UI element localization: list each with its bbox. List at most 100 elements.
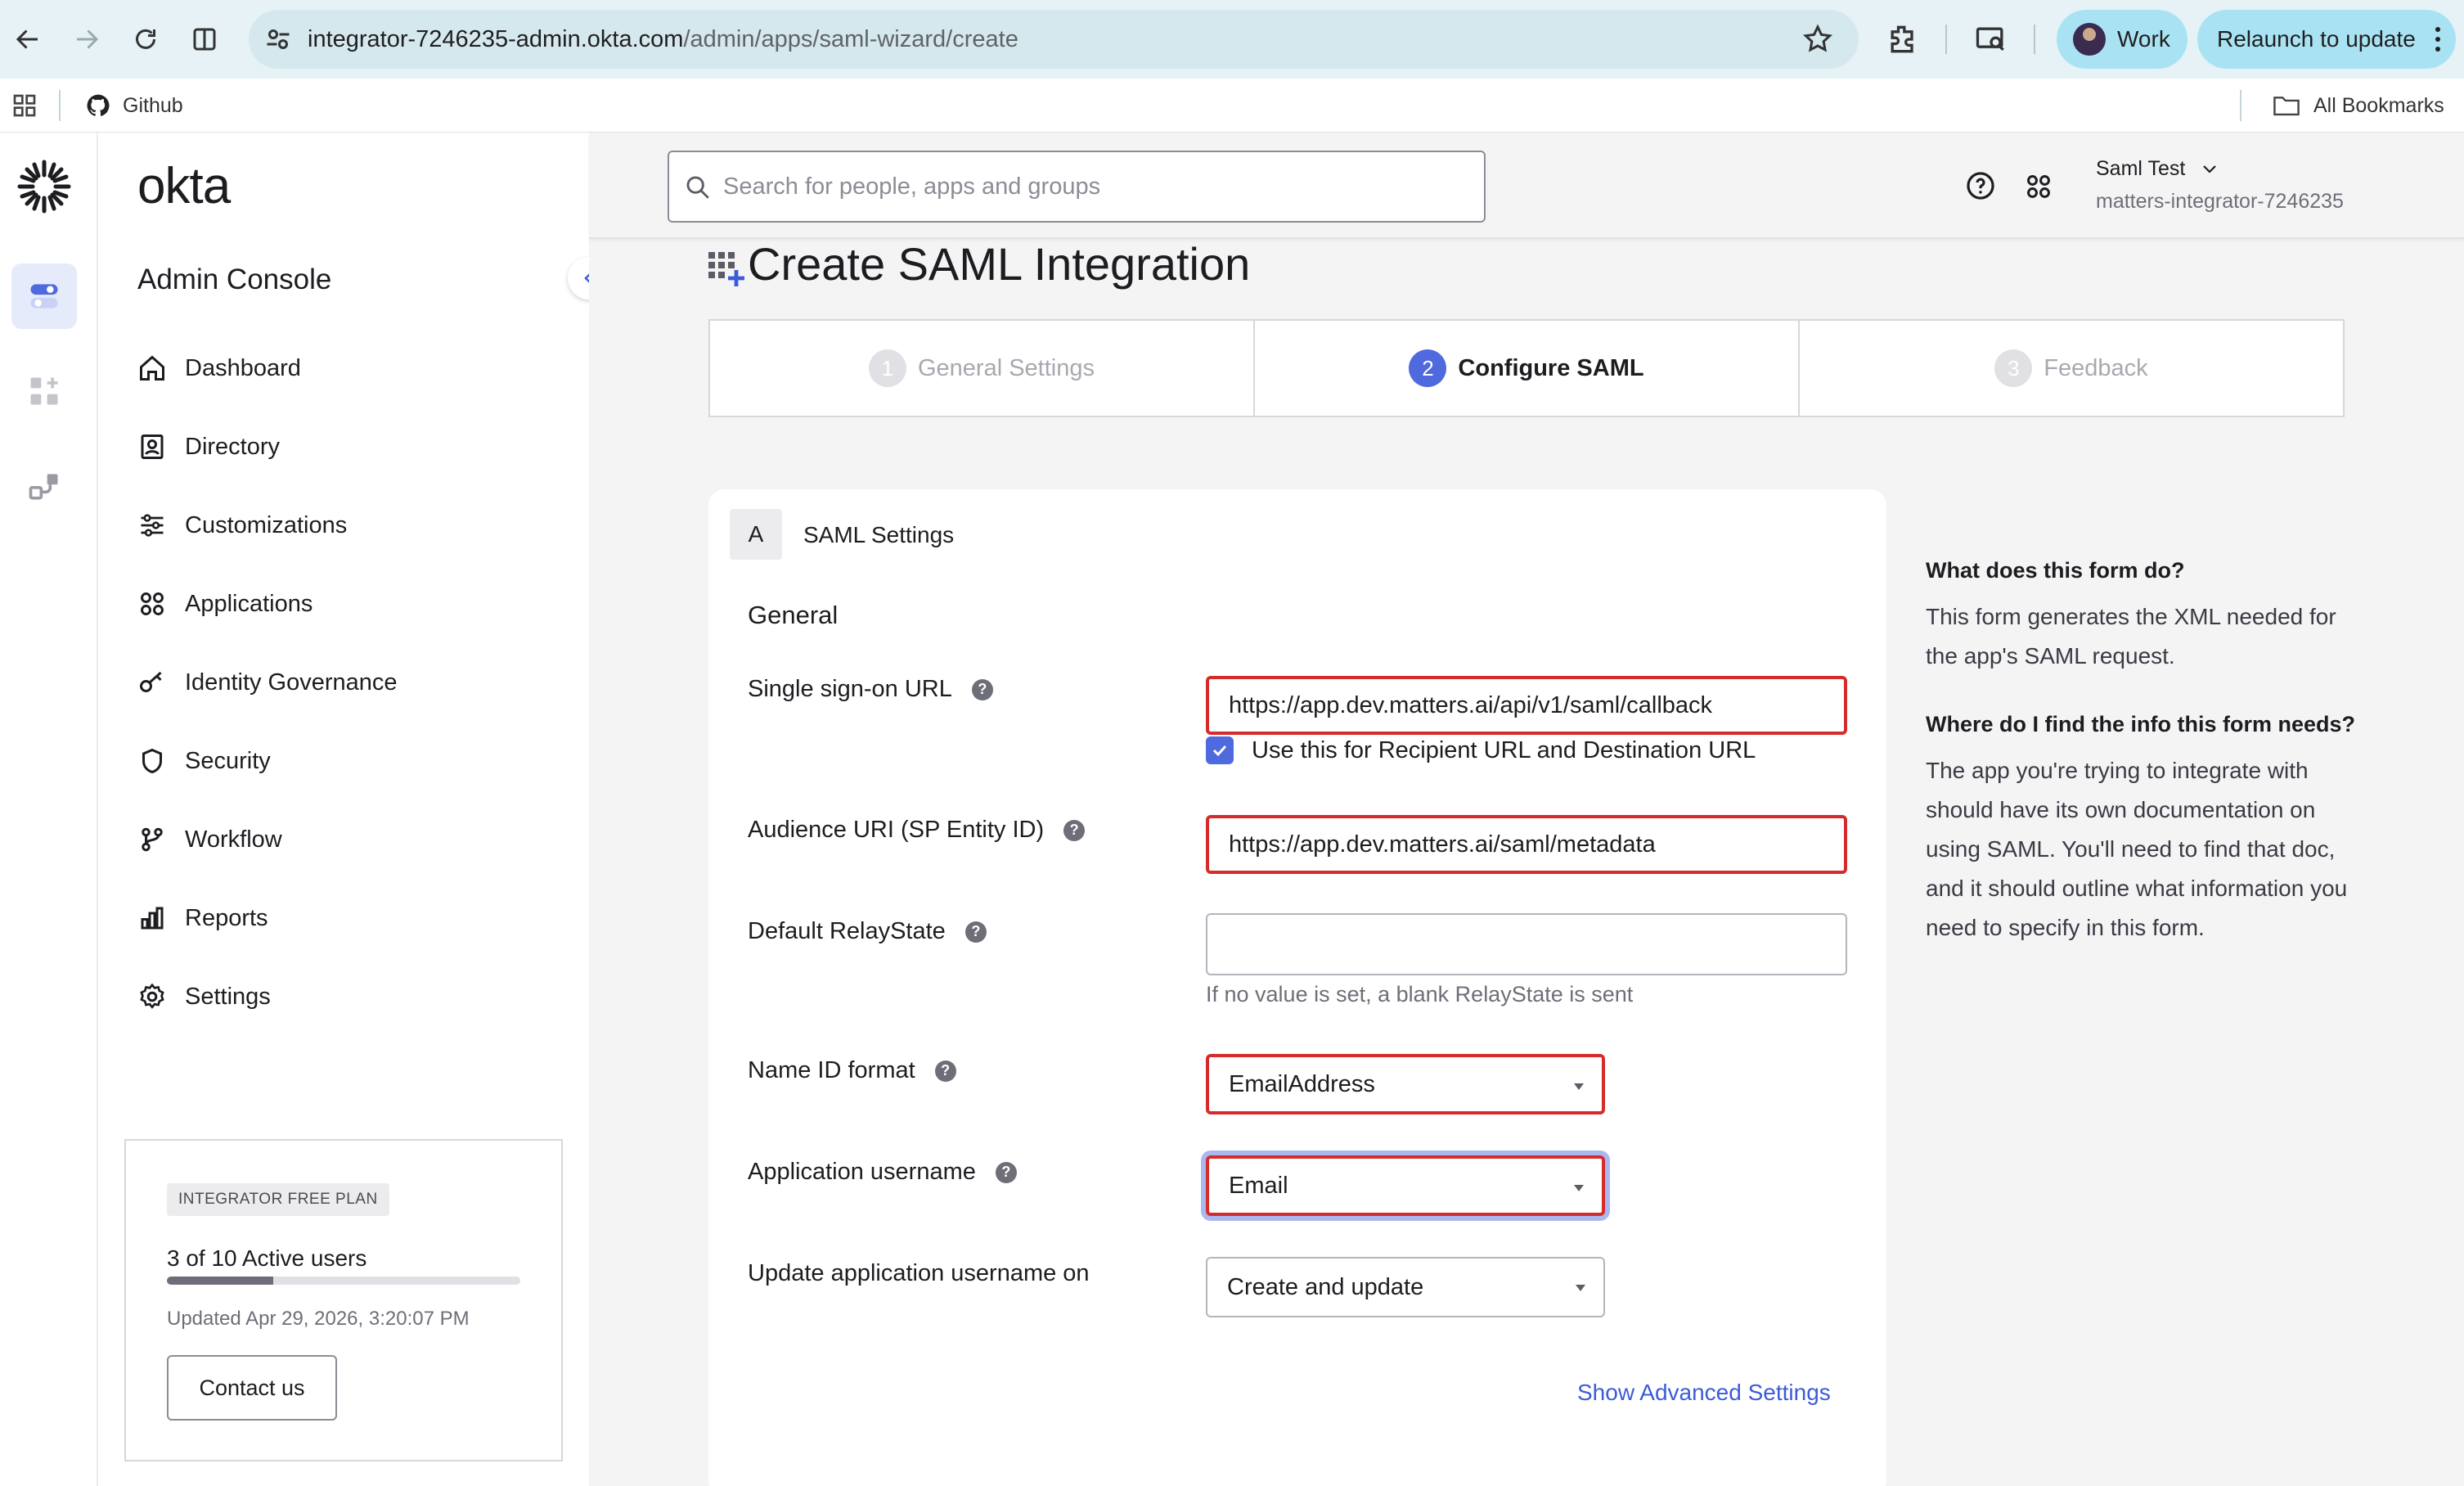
more-menu-icon[interactable] (2435, 26, 2441, 52)
dropdown-caret-icon (1576, 1285, 1585, 1291)
sidebar-item-security[interactable]: Security (137, 736, 653, 786)
all-bookmarks-button[interactable]: All Bookmarks (2273, 90, 2444, 121)
help-question: Where do I find the info this form needs… (1926, 712, 2355, 736)
sidebar-item-customizations[interactable]: Customizations (137, 501, 653, 550)
chevron-down-icon (2203, 164, 2217, 173)
url-text: integrator-7246235-admin.okta.com/admin/… (308, 26, 1018, 52)
label-text: Application username (748, 1159, 976, 1185)
relaystate-input[interactable] (1206, 913, 1847, 975)
app-username-label: Application username ? (748, 1159, 1017, 1186)
profile-button[interactable]: Work (2057, 10, 2187, 69)
step-label: Feedback (2044, 354, 2148, 381)
label-text: Update application username on (748, 1260, 1090, 1286)
sidebar-item-label: Workflow (185, 826, 282, 853)
label-text: Single sign-on URL (748, 676, 952, 702)
audience-uri-label: Audience URI (SP Entity ID) ? (748, 817, 1086, 844)
link-flow-icon (29, 474, 58, 500)
reload-icon[interactable] (126, 20, 165, 59)
rail-integrations[interactable] (11, 453, 77, 519)
help-tooltip-icon[interactable]: ? (934, 1060, 956, 1082)
okta-wordmark[interactable]: okta (137, 157, 231, 215)
step-label: General Settings (917, 354, 1095, 381)
sso-url-input[interactable]: https://app.dev.matters.ai/api/v1/saml/c… (1206, 676, 1847, 735)
okta-logo-icon[interactable] (15, 157, 74, 216)
label-text: Audience URI (SP Entity ID) (748, 817, 1045, 843)
sidebar-item-label: Reports (185, 904, 268, 931)
back-icon[interactable] (8, 20, 47, 59)
apps-icon[interactable] (2024, 172, 2053, 201)
all-bookmarks-label: All Bookmarks (2313, 93, 2444, 117)
address-bar[interactable]: integrator-7246235-admin.okta.com/admin/… (249, 10, 1859, 69)
step-general-settings[interactable]: 1 General Settings (710, 321, 1255, 416)
console-title: Admin Console (137, 263, 332, 295)
github-icon (87, 94, 110, 116)
rail-admin-toggle[interactable] (11, 263, 77, 329)
home-icon (140, 355, 164, 381)
help-answer: This form generates the XML needed for t… (1926, 604, 2336, 669)
sidebar-item-directory[interactable]: Directory (137, 422, 653, 471)
gear-icon (140, 983, 164, 1009)
bookmark-github[interactable]: Github (85, 90, 183, 121)
help-tooltip-icon[interactable]: ? (1063, 819, 1086, 841)
sidebar-item-workflow[interactable]: Workflow (137, 815, 653, 864)
relaystate-hint: If no value is set, a blank RelayState i… (1206, 982, 1634, 1006)
relaystate-label: Default RelayState ? (748, 918, 987, 945)
sidebar-item-applications[interactable]: Applications (137, 579, 653, 628)
relaunch-button[interactable]: Relaunch to update (2197, 10, 2456, 69)
sidebar-item-label: Applications (185, 590, 313, 617)
update-username-on-label: Update application username on (748, 1260, 1090, 1287)
help-answer: The app you're trying to integrate with … (1926, 758, 2348, 940)
screen-search-icon[interactable] (1973, 21, 2009, 57)
user-menu[interactable]: Saml Test (2096, 157, 2219, 181)
sidebar-item-reports[interactable]: Reports (137, 894, 653, 943)
audience-uri-input[interactable]: https://app.dev.matters.ai/saml/metadata (1206, 815, 1847, 874)
shield-icon (142, 748, 162, 774)
workflow-icon (142, 827, 163, 852)
rail-add-apps[interactable] (11, 358, 77, 424)
recipient-checkbox-row[interactable]: Use this for Recipient URL and Destinati… (1206, 736, 1756, 764)
update-username-on-select[interactable]: Create and update (1206, 1257, 1605, 1317)
select-value: Create and update (1227, 1273, 1424, 1300)
sidebar-item-settings[interactable]: Settings (137, 972, 653, 1021)
bookmark-star-icon[interactable] (1801, 23, 1834, 56)
section-letter: A (730, 509, 782, 560)
dropdown-caret-icon (1574, 1185, 1584, 1191)
split-view-icon[interactable] (185, 20, 224, 59)
toolbar-divider (2034, 25, 2035, 54)
help-icon[interactable] (1965, 170, 1996, 201)
step-feedback[interactable]: 3 Feedback (1800, 321, 2343, 416)
sidebar-item-dashboard[interactable]: Dashboard (137, 344, 653, 393)
extensions-icon[interactable] (1885, 21, 1921, 57)
label-text: Name ID format (748, 1057, 915, 1083)
sidebar-item-label: Security (185, 747, 271, 774)
show-advanced-settings-link[interactable]: Show Advanced Settings (1577, 1380, 1831, 1406)
help-question: What does this form do? (1926, 558, 2185, 583)
contact-us-button[interactable]: Contact us (167, 1355, 337, 1421)
apps-grid-icon[interactable] (11, 92, 38, 119)
sidebar-item-label: Settings (185, 983, 271, 1010)
toggle-icon (30, 284, 58, 308)
forward-icon[interactable] (67, 20, 106, 59)
nameid-format-select[interactable]: EmailAddress (1206, 1054, 1605, 1114)
check-icon (1212, 745, 1227, 757)
select-value: EmailAddress (1229, 1070, 1375, 1097)
search-input[interactable] (723, 152, 1459, 221)
bookmark-label: Github (123, 93, 183, 117)
folder-icon (2273, 97, 2300, 116)
help-tooltip-icon[interactable]: ? (964, 921, 987, 943)
general-heading: General (748, 601, 839, 629)
directory-icon (141, 435, 164, 459)
app-username-select[interactable]: Email (1206, 1155, 1605, 1216)
active-users-count: 3 of 10 Active users (167, 1245, 367, 1271)
site-settings-icon[interactable] (263, 25, 293, 54)
step-configure-saml[interactable]: 2 Configure SAML (1255, 321, 1800, 416)
help-tooltip-icon[interactable]: ? (971, 678, 993, 700)
recipient-checkbox[interactable] (1206, 736, 1234, 764)
sidebar-item-label: Customizations (185, 511, 348, 538)
user-name: Saml Test (2096, 157, 2186, 180)
bookmarks-divider (59, 90, 61, 121)
bookmarks-bar (0, 79, 2464, 133)
help-tooltip-icon[interactable]: ? (995, 1161, 1017, 1183)
global-search[interactable] (668, 151, 1486, 223)
sidebar-item-identity-governance[interactable]: Identity Governance (137, 658, 653, 707)
